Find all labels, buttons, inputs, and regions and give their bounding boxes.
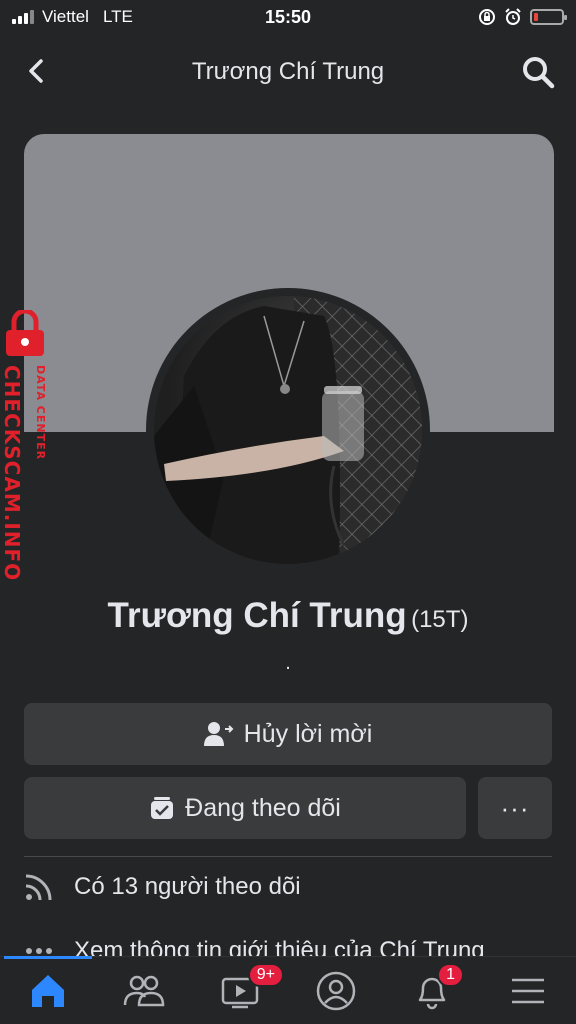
followers-text: Có 13 người theo dõi bbox=[74, 873, 301, 900]
network-label: LTE bbox=[102, 7, 133, 26]
avatar-photo bbox=[154, 296, 422, 564]
bottom-navigation: 9+ 1 bbox=[0, 956, 576, 1024]
nav-home[interactable] bbox=[18, 961, 78, 1021]
nav-profile[interactable] bbox=[306, 961, 366, 1021]
followers-row[interactable]: Có 13 người theo dõi bbox=[24, 872, 301, 902]
avatar-picture bbox=[154, 296, 422, 564]
profile-alternate-name: (15T) bbox=[411, 606, 469, 633]
profile-header: Trương Chí Trung bbox=[0, 36, 576, 108]
friends-icon bbox=[123, 975, 165, 1006]
notifications-badge: 1 bbox=[437, 962, 464, 987]
profile-avatar[interactable] bbox=[146, 288, 430, 572]
alarm-icon bbox=[505, 8, 521, 25]
status-left: Viettel LTE bbox=[12, 7, 133, 27]
following-check-icon bbox=[151, 797, 174, 819]
nav-friends[interactable] bbox=[114, 961, 174, 1021]
header-title: Trương Chí Trung bbox=[191, 58, 385, 85]
profile-name: Trương Chí Trung bbox=[107, 596, 407, 635]
signal-icon bbox=[12, 10, 34, 24]
profile-name-row: Trương Chí Trung (15T) bbox=[0, 596, 576, 636]
following-button[interactable]: Đang theo dõi bbox=[24, 777, 466, 839]
section-divider bbox=[24, 856, 552, 857]
search-icon[interactable] bbox=[520, 54, 556, 90]
nav-watch[interactable]: 9+ bbox=[210, 961, 284, 1021]
active-tab-indicator bbox=[4, 956, 92, 959]
nav-notifications[interactable]: 1 bbox=[402, 961, 464, 1021]
home-icon bbox=[32, 974, 64, 1007]
menu-icon bbox=[512, 978, 544, 1003]
cancel-friend-request-label: Hủy lời mời bbox=[243, 719, 373, 748]
watermark-text-main: CHECKSCAM.INFO bbox=[0, 365, 24, 582]
nav-menu[interactable] bbox=[498, 961, 558, 1021]
profile-icon bbox=[316, 971, 356, 1010]
status-bar: Viettel LTE 15:50 bbox=[0, 0, 576, 34]
battery-icon bbox=[530, 9, 567, 25]
watermark-logo: CHECKSCAM.INFO DATA CENTER bbox=[0, 308, 62, 590]
cancel-friend-request-button[interactable]: Hủy lời mời bbox=[24, 703, 552, 765]
following-label: Đang theo dõi bbox=[185, 793, 341, 822]
person-cancel-icon bbox=[203, 722, 234, 746]
rotation-lock-icon bbox=[479, 9, 495, 25]
watermark-text-sub: DATA CENTER bbox=[34, 365, 47, 461]
watch-badge: 9+ bbox=[247, 962, 284, 987]
more-options-icon: ··· bbox=[500, 792, 530, 823]
status-right bbox=[478, 8, 567, 26]
profile-bio: . bbox=[285, 652, 291, 674]
carrier-label: Viettel bbox=[42, 7, 89, 26]
rss-feed-icon bbox=[25, 874, 52, 901]
more-options-button[interactable]: ··· bbox=[478, 777, 552, 839]
back-icon[interactable] bbox=[22, 56, 52, 86]
